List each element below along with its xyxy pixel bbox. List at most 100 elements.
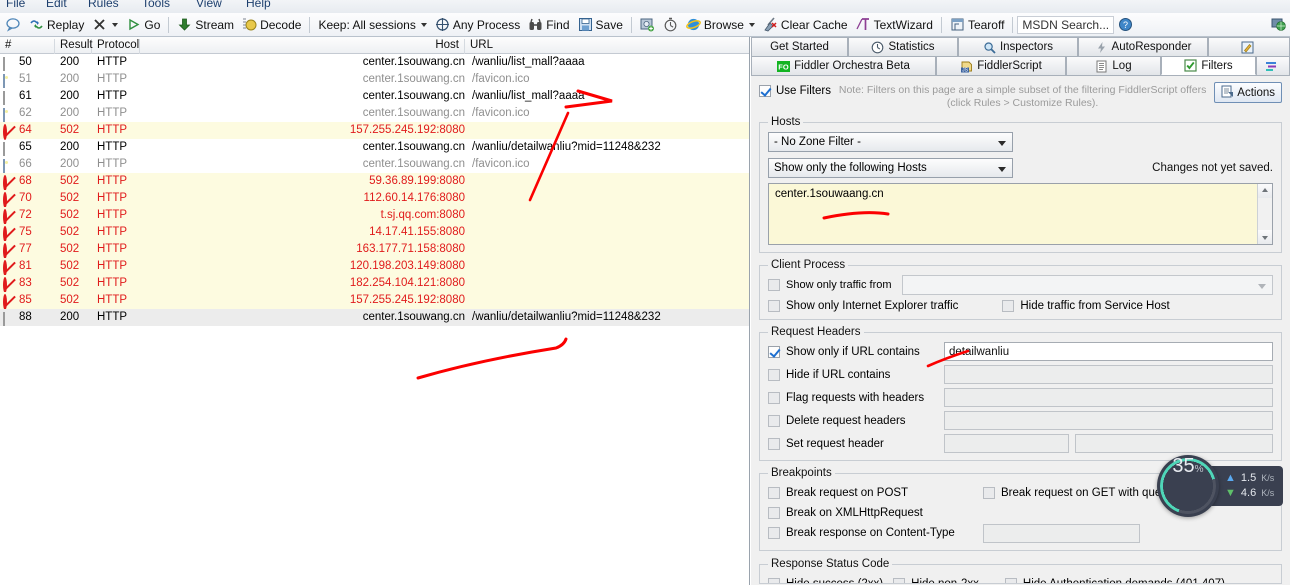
break-response-content-type-input[interactable] [983, 523, 1140, 543]
delete-request-headers-toggle[interactable]: Delete request headers [768, 414, 938, 427]
hide-success-checkbox[interactable] [768, 578, 780, 583]
table-row[interactable]: 81 502 HTTP 120.198.203.149:8080 [0, 258, 749, 276]
table-row[interactable]: 64 502 HTTP 157.255.245.192:8080 [0, 122, 749, 140]
delete-request-headers-checkbox[interactable] [768, 414, 780, 427]
table-row[interactable]: 70 502 HTTP 112.60.14.176:8080 [0, 190, 749, 208]
hide-auth-checkbox[interactable] [1004, 578, 1017, 583]
hide-non2xx-checkbox[interactable] [893, 578, 906, 583]
show-only-if-url-contains-input[interactable]: detailwanliu [944, 342, 1273, 361]
column-header-url[interactable]: URL [465, 39, 749, 54]
replay-button[interactable]: Replay [25, 14, 88, 36]
set-request-header-value-input[interactable] [1075, 434, 1273, 453]
tab-log[interactable]: Log [1066, 56, 1161, 75]
screenshot-button[interactable] [636, 14, 659, 36]
menu-item-rules[interactable]: Rules [88, 0, 119, 10]
hide-if-url-contains-checkbox[interactable] [768, 368, 780, 381]
show-only-ie-toggle[interactable]: Show only Internet Explorer traffic [768, 300, 958, 312]
find-button[interactable]: Find [524, 14, 573, 36]
online-status-button[interactable] [1267, 14, 1290, 36]
timer-button[interactable] [659, 14, 682, 36]
table-row[interactable]: 85 502 HTTP 157.255.245.192:8080 [0, 292, 749, 310]
set-request-header-checkbox[interactable] [768, 437, 780, 450]
tab-timeline-icon[interactable] [1256, 56, 1290, 75]
show-only-if-url-contains-checkbox[interactable] [768, 345, 780, 358]
hide-if-url-contains-input[interactable] [944, 365, 1273, 384]
menu-item-edit[interactable]: Edit [46, 0, 67, 10]
scroll-down-arrow-icon[interactable] [1258, 230, 1272, 244]
table-row[interactable]: 51 200 HTTP center.1souwang.cn/favicon.ico [0, 71, 749, 88]
tab-pencil-icon[interactable] [1208, 37, 1290, 56]
tab-fiddlerscript[interactable]: JS FiddlerScript [936, 56, 1066, 75]
zone-filter-dropdown[interactable]: - No Zone Filter - [768, 132, 1013, 152]
menu-item-help[interactable]: Help [246, 0, 271, 10]
chevron-down-icon[interactable] [112, 22, 119, 27]
comment-button[interactable] [2, 14, 25, 36]
table-row[interactable]: 88 200 HTTP center.1souwang.cn/wanliu/detai… [0, 309, 749, 326]
tab-get-started[interactable]: Get Started [751, 37, 848, 56]
stream-button[interactable]: Stream [173, 14, 238, 36]
show-only-ie-checkbox[interactable] [768, 300, 780, 312]
tab-fiddler-orchestra-beta[interactable]: FO Fiddler Orchestra Beta [751, 56, 936, 75]
flag-requests-with-headers-toggle[interactable]: Flag requests with headers [768, 391, 938, 404]
keep-sessions-dropdown[interactable]: Keep: All sessions [314, 14, 430, 36]
table-row[interactable]: 72 502 HTTP t.sj.qq.com:8080 [0, 207, 749, 225]
table-row[interactable]: 75 502 HTTP 14.17.41.155:8080 [0, 224, 749, 242]
any-process-button[interactable]: Any Process [431, 14, 524, 36]
hide-service-host-checkbox[interactable] [1002, 300, 1015, 312]
table-row[interactable]: 65 200 HTTP center.1souwang.cn/wanliu/detai… [0, 139, 749, 156]
menu-item-tools[interactable]: Tools [142, 0, 170, 10]
actions-button[interactable]: Actions [1214, 82, 1282, 103]
show-only-if-url-contains-toggle[interactable]: Show only if URL contains [768, 345, 938, 358]
hosts-scrollbar[interactable] [1257, 184, 1272, 244]
tab-autoresponder[interactable]: AutoResponder [1078, 37, 1208, 56]
flag-requests-with-headers-input[interactable] [944, 388, 1273, 407]
break-post-toggle[interactable]: Break request on POST [768, 483, 983, 503]
textwizard-button[interactable]: TextWizard [852, 14, 937, 36]
show-only-traffic-from-checkbox[interactable] [768, 279, 780, 291]
host-filter-dropdown[interactable]: Show only the following Hosts [768, 158, 1013, 178]
tab-inspectors[interactable]: Inspectors [958, 37, 1078, 56]
hide-service-host-toggle[interactable]: Hide traffic from Service Host [1002, 300, 1170, 312]
column-header-host[interactable]: Host [140, 39, 465, 54]
delete-request-headers-input[interactable] [944, 411, 1273, 430]
tab-filters[interactable]: Filters [1161, 56, 1256, 75]
table-row[interactable]: 66 200 HTTP center.1souwang.cn/favicon.ico [0, 156, 749, 173]
network-speed-widget[interactable]: 35 % ▲ 1.5 K/s ▼ 4.6 K/s [1157, 455, 1284, 517]
hide-auth-toggle[interactable]: Hide Authentication demands (401,407) [1004, 574, 1225, 583]
chevron-down-icon[interactable] [748, 22, 755, 27]
set-request-header-name-input[interactable] [944, 434, 1069, 453]
tab-statistics[interactable]: Statistics [848, 37, 958, 56]
flag-requests-with-headers-checkbox[interactable] [768, 391, 780, 404]
break-get-checkbox[interactable] [983, 487, 995, 499]
menu-item-file[interactable]: File [6, 0, 25, 10]
table-row[interactable]: 68 502 HTTP 59.36.89.199:8080 [0, 173, 749, 191]
decode-button[interactable]: Decode [238, 14, 305, 36]
hide-non2xx-toggle[interactable]: Hide non-2xx [893, 574, 979, 583]
break-response-checkbox[interactable] [768, 527, 780, 539]
remove-button[interactable] [88, 14, 122, 36]
tearoff-button[interactable]: Tearoff [946, 14, 1008, 36]
table-row[interactable]: 62 200 HTTP center.1souwang.cn/favicon.ico [0, 105, 749, 122]
table-row[interactable]: 83 502 HTTP 182.254.104.121:8080 [0, 275, 749, 293]
session-list[interactable]: # Result Protocol Host URL 50 200 HTTP cent… [0, 37, 750, 585]
save-button[interactable]: Save [574, 14, 627, 36]
break-post-checkbox[interactable] [768, 487, 780, 499]
break-xhr-checkbox[interactable] [768, 507, 780, 519]
use-filters-checkbox[interactable] [759, 85, 771, 97]
table-row[interactable]: 61 200 HTTP center.1souwang.cn/wanliu/list_… [0, 88, 749, 105]
use-filters-toggle[interactable]: Use Filters [759, 82, 831, 97]
scroll-up-arrow-icon[interactable] [1258, 184, 1272, 198]
column-header-result[interactable]: Result [55, 39, 93, 54]
browse-button[interactable]: Browse [682, 14, 759, 36]
hosts-textarea[interactable]: center.1souwaang.cn [768, 183, 1273, 245]
hide-if-url-contains-toggle[interactable]: Hide if URL contains [768, 368, 938, 381]
msdn-search-input[interactable]: MSDN Search... [1017, 15, 1115, 34]
column-header-num[interactable]: # [0, 39, 55, 54]
column-header-protocol[interactable]: Protocol [92, 39, 140, 54]
go-button[interactable]: Go [122, 14, 164, 36]
client-process-dropdown[interactable] [901, 275, 1273, 295]
menu-item-view[interactable]: View [196, 0, 222, 10]
help-button[interactable]: ? [1114, 14, 1137, 36]
table-row[interactable]: 77 502 HTTP 163.177.71.158:8080 [0, 241, 749, 259]
hide-success-toggle[interactable]: Hide success (2xx) [768, 574, 883, 583]
